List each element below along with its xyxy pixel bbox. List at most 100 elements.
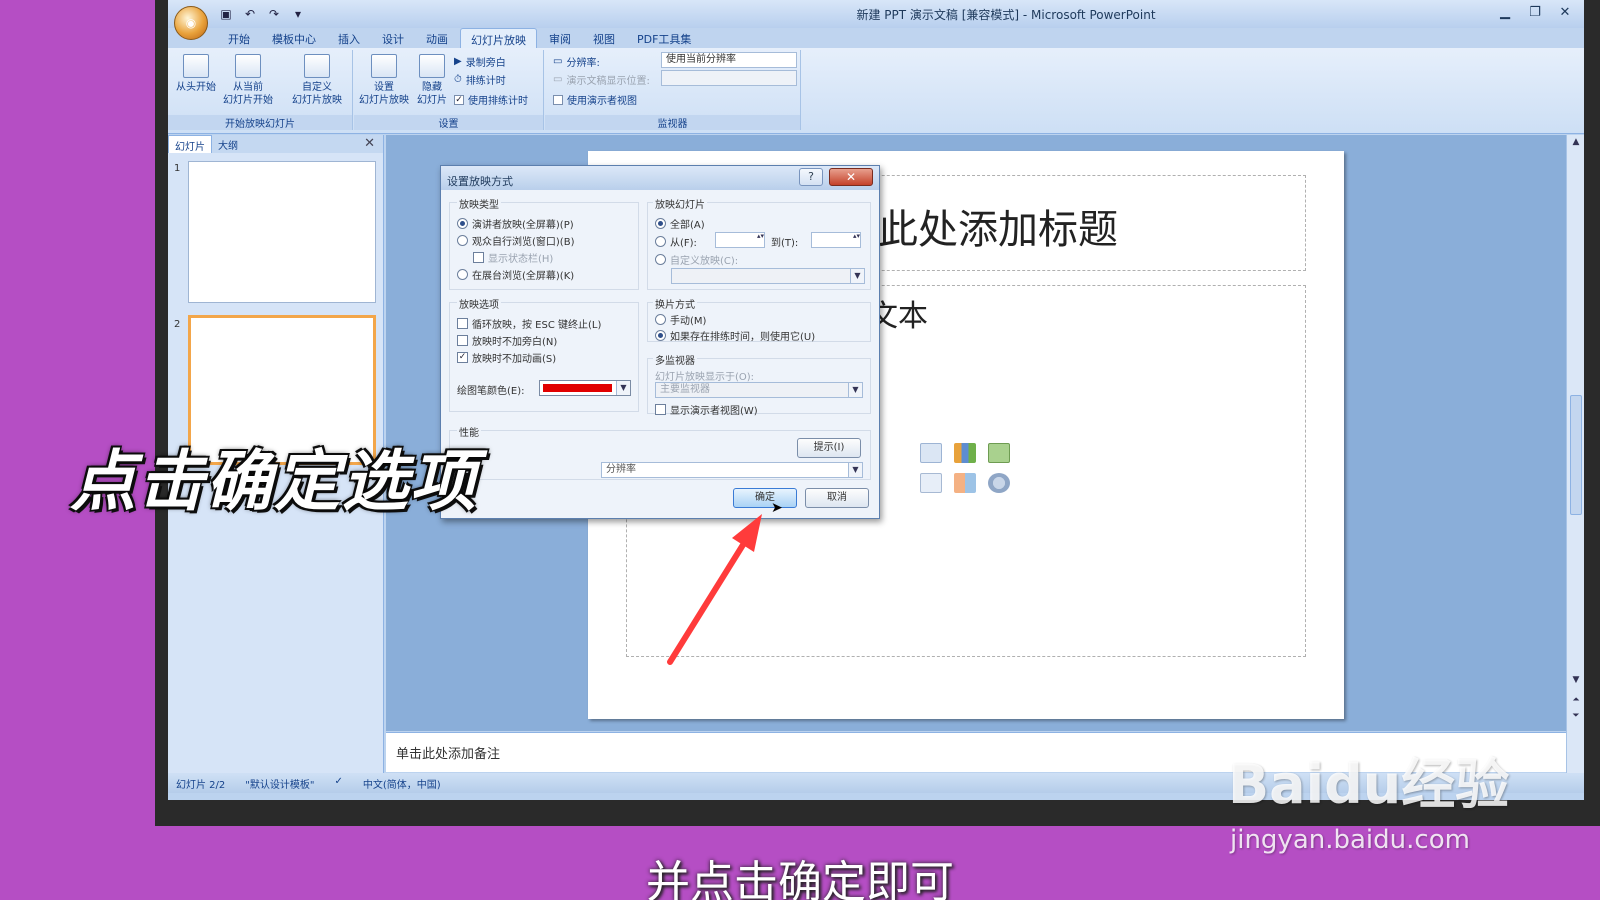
custom-show-combo[interactable]: ▼ xyxy=(671,268,865,284)
chart-icon[interactable] xyxy=(954,443,976,463)
tab-home[interactable]: 开始 xyxy=(218,28,260,48)
custom-slideshow-button[interactable]: 自定义 幻灯片放映 xyxy=(286,54,348,107)
group-setup: 设置 幻灯片放映 隐藏 幻灯片 ▶ 录制旁白 ⏱ 排练计时 ✓ 使用排练计时 设置 xyxy=(354,50,544,130)
watermark-url: jingyan.baidu.com xyxy=(1230,825,1470,855)
tab-animation[interactable]: 动画 xyxy=(416,28,458,48)
use-timings-checkbox[interactable]: ✓ 使用排练计时 xyxy=(454,92,528,107)
help-button[interactable]: ? xyxy=(799,168,823,186)
slideshow-current-icon xyxy=(235,54,261,78)
checkbox-icon xyxy=(553,94,563,105)
scroll-down-icon[interactable]: ▼ xyxy=(1567,675,1584,685)
dialog-close-button[interactable]: ✕ xyxy=(829,168,873,186)
slideshow-icon xyxy=(183,54,209,78)
to-slide-spinner[interactable] xyxy=(811,232,861,248)
tab-template-center[interactable]: 模板中心 xyxy=(262,28,326,48)
radio-browsed-window[interactable]: 观众自行浏览(窗口)(B) xyxy=(457,233,574,248)
resolution-label: ▭ 分辨率: xyxy=(553,56,600,69)
performance-resolution-combo[interactable]: 分辨率 ▼ xyxy=(601,462,863,478)
checkbox-show-scrollbar[interactable]: 显示状态栏(H) xyxy=(473,250,553,265)
from-current-button[interactable]: 从当前 幻灯片开始 xyxy=(222,54,274,107)
red-arrow-annotation xyxy=(667,514,762,665)
radio-icon xyxy=(655,314,666,325)
tab-insert[interactable]: 插入 xyxy=(328,28,370,48)
restore-icon[interactable]: ❐ xyxy=(1522,2,1548,22)
scroll-up-icon[interactable]: ▲ xyxy=(1567,137,1584,147)
chevron-down-icon: ▼ xyxy=(616,381,630,395)
dialog-title: 设置放映方式 ? ✕ xyxy=(441,166,879,190)
status-language: 中文(简体，中国) xyxy=(362,780,441,791)
spellcheck-icon[interactable]: ✓ xyxy=(334,776,342,790)
office-button[interactable]: ◉ xyxy=(174,6,208,40)
chevron-down-icon: ▼ xyxy=(850,269,864,283)
pen-color-picker[interactable]: ▼ xyxy=(539,380,631,396)
show-on-combo[interactable] xyxy=(661,70,797,86)
checkbox-icon xyxy=(457,318,468,329)
pen-color-label: 绘图笔颜色(E): xyxy=(457,386,525,397)
radio-all-slides[interactable]: 全部(A) xyxy=(655,216,705,231)
radio-selected-icon xyxy=(457,218,468,229)
presenter-view-checkbox[interactable]: 使用演示者视图 xyxy=(553,92,637,107)
arrow-head xyxy=(732,514,762,552)
advance-label: 换片方式 xyxy=(653,296,697,311)
radio-use-timings[interactable]: 如果存在排练时间，则使用它(U) xyxy=(655,328,815,343)
radio-icon xyxy=(457,235,468,246)
checkbox-loop[interactable]: 循环放映，按 ESC 键终止(L) xyxy=(457,316,601,331)
tab-view[interactable]: 视图 xyxy=(583,28,625,48)
monitor-icon: ▭ xyxy=(553,56,563,67)
monitor-combo[interactable]: 主要监视器 ▼ xyxy=(655,382,863,398)
tips-button[interactable]: 提示(I) xyxy=(797,438,861,458)
radio-manual[interactable]: 手动(M) xyxy=(655,312,706,327)
checkbox-presenter-view[interactable]: 显示演示者视图(W) xyxy=(655,402,758,417)
radio-presenter[interactable]: 演讲者放映(全屏幕)(P) xyxy=(457,216,574,231)
tab-outline[interactable]: 大纲 xyxy=(212,135,244,153)
tab-pdf-tools[interactable]: PDF工具集 xyxy=(627,28,701,48)
resolution-combo[interactable]: 使用当前分辨率 xyxy=(661,52,797,68)
pen-color-fill xyxy=(543,384,612,392)
to-label: 到(T): xyxy=(771,238,799,249)
table-icon[interactable] xyxy=(920,443,942,463)
close-icon[interactable]: ✕ xyxy=(1552,2,1578,22)
rehearse-timings-button[interactable]: ⏱ 排练计时 xyxy=(454,72,506,87)
setup-slideshow-button[interactable]: 设置 幻灯片放映 xyxy=(356,54,412,107)
show-type-label: 放映类型 xyxy=(457,196,501,211)
baidu-watermark: Baidu经验 jingyan.baidu.com xyxy=(1228,740,1528,860)
checkbox-checked-icon: ✓ xyxy=(457,352,468,363)
pane-close-icon[interactable]: ✕ xyxy=(364,136,375,151)
smartart-icon[interactable] xyxy=(988,443,1010,463)
vertical-scrollbar[interactable]: ▲ ▼ ⏶ ⏷ xyxy=(1566,135,1584,773)
tab-slideshow[interactable]: 幻灯片放映 xyxy=(460,28,537,48)
tab-review[interactable]: 审阅 xyxy=(539,28,581,48)
record-narration-button[interactable]: ▶ 录制旁白 xyxy=(454,54,506,69)
next-slide-icon[interactable]: ⏷ xyxy=(1567,711,1584,721)
slide-thumbnail-1[interactable] xyxy=(188,161,376,303)
minimize-icon[interactable]: ▁ xyxy=(1492,2,1518,22)
prev-slide-icon[interactable]: ⏶ xyxy=(1567,695,1584,705)
radio-selected-icon xyxy=(655,330,666,341)
slide-title: 此处添加标题 xyxy=(878,207,1118,253)
radio-icon xyxy=(457,269,468,280)
checkbox-no-animation[interactable]: ✓ 放映时不加动画(S) xyxy=(457,350,556,365)
radio-icon xyxy=(655,236,666,247)
from-beginning-button[interactable]: 从头开始 xyxy=(170,54,222,94)
insert-content-icons xyxy=(920,443,1010,493)
from-slide-spinner[interactable] xyxy=(715,232,765,248)
checkbox-no-narration[interactable]: 放映时不加旁白(N) xyxy=(457,333,557,348)
hide-slide-button[interactable]: 隐藏 幻灯片 xyxy=(412,54,452,107)
scroll-thumb[interactable] xyxy=(1570,395,1582,515)
ribbon-tabs: 开始 模板中心 插入 设计 动画 幻灯片放映 审阅 视图 PDF工具集 xyxy=(168,28,1584,48)
tab-design[interactable]: 设计 xyxy=(372,28,414,48)
radio-kiosk[interactable]: 在展台浏览(全屏幕)(K) xyxy=(457,267,574,282)
watermark-logo: Baidu经验 xyxy=(1228,753,1510,816)
video-caption: 点击确定选项 xyxy=(70,443,478,520)
group-monitor: ▭ 分辨率: 使用当前分辨率 ▭ 演示文稿显示位置: 使用演示者视图 监视器 xyxy=(545,50,801,130)
checkbox-checked-icon: ✓ xyxy=(454,94,464,105)
show-on-label: ▭ 演示文稿显示位置: xyxy=(553,74,650,87)
cancel-button[interactable]: 取消 xyxy=(805,488,869,508)
picture-icon[interactable] xyxy=(920,473,942,493)
show-on-label: 幻灯片放映显示于(O): xyxy=(655,372,755,383)
media-icon[interactable] xyxy=(988,473,1010,493)
tab-slides[interactable]: 幻灯片 xyxy=(168,135,212,153)
radio-from-slide[interactable]: 从(F): xyxy=(655,234,697,249)
radio-custom-show[interactable]: 自定义放映(C): xyxy=(655,252,738,267)
clipart-icon[interactable] xyxy=(954,473,976,493)
